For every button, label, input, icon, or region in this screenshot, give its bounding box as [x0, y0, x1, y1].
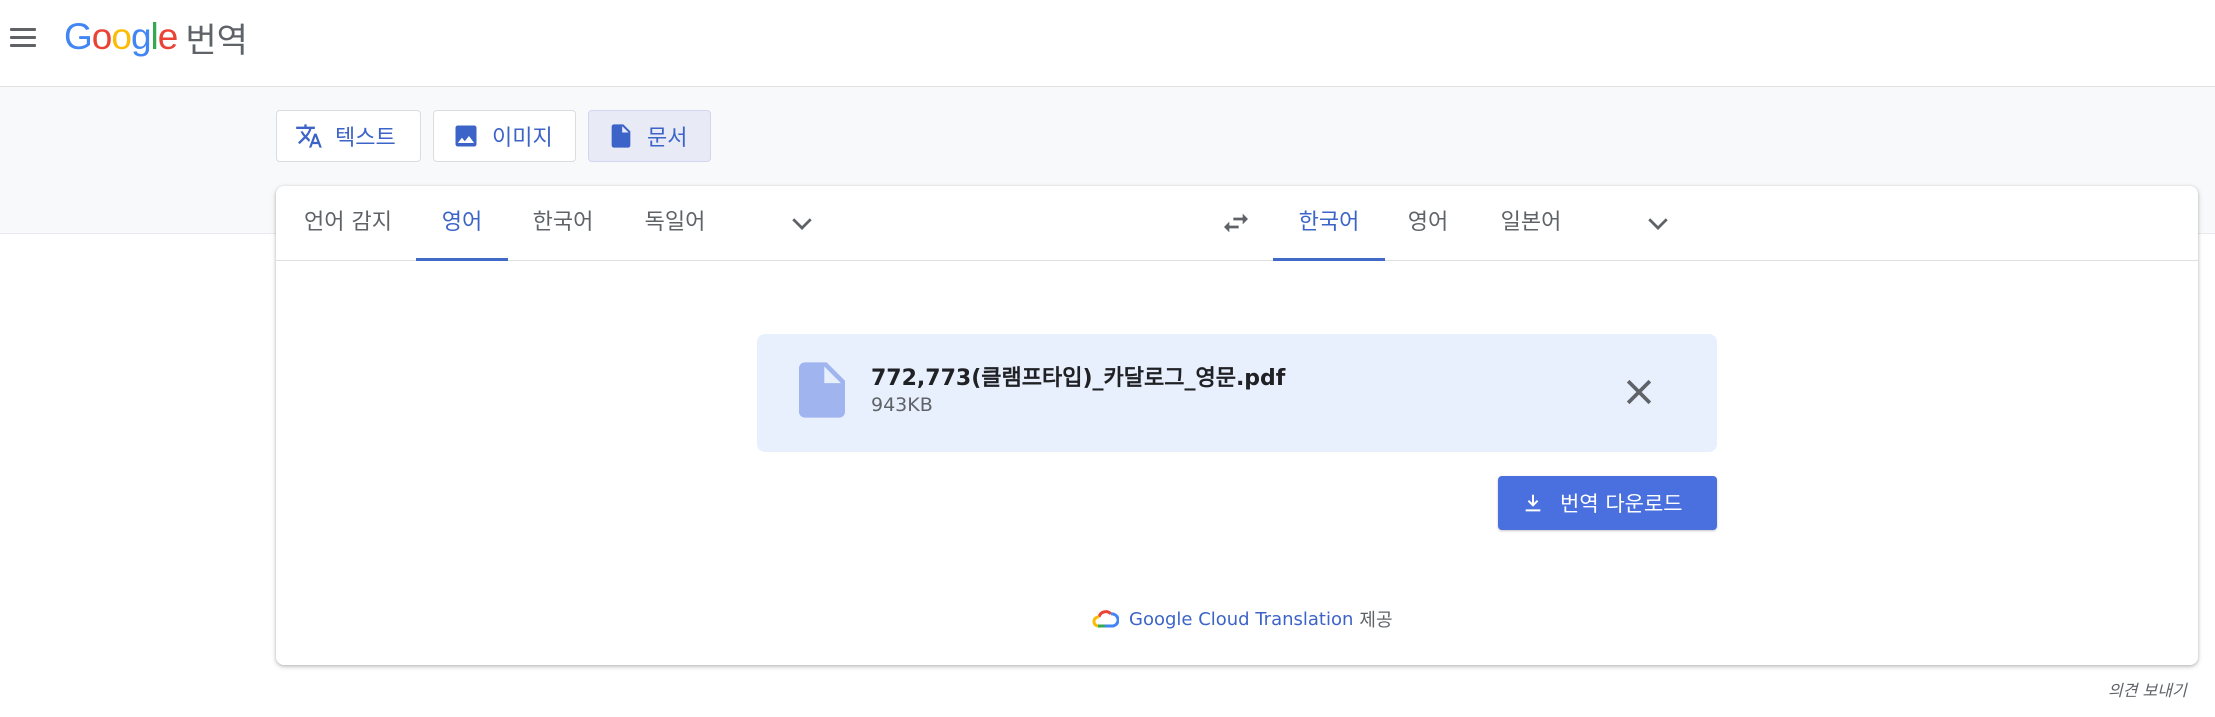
source-tab-korean[interactable]: 한국어	[528, 186, 598, 260]
download-translation-button[interactable]: 번역 다운로드	[1498, 476, 1717, 530]
file-name: 772,773(클램프타입)_카달로그_영문.pdf	[871, 366, 1286, 391]
target-tab-korean[interactable]: 한국어	[1273, 186, 1385, 261]
mode-image-label: 이미지	[492, 126, 553, 151]
powered-by-credit: Google Cloud Translation 제공	[1091, 604, 1393, 634]
google-wordmark: Google	[64, 16, 178, 57]
source-tab-detect[interactable]: 언어 감지	[300, 186, 396, 260]
source-more-languages-chevron-icon[interactable]	[787, 208, 817, 238]
source-tab-german[interactable]: 독일어	[640, 186, 710, 260]
hamburger-menu-icon[interactable]	[10, 23, 38, 51]
swap-languages-icon[interactable]	[1220, 207, 1252, 239]
mode-image-button[interactable]: 이미지	[433, 110, 576, 162]
google-cloud-icon	[1092, 610, 1119, 628]
app-header: Google 번역	[0, 0, 2215, 87]
google-translate-logo[interactable]: Google 번역	[64, 14, 248, 61]
mode-document-button[interactable]: 문서	[588, 110, 711, 162]
remove-file-close-icon[interactable]	[1619, 372, 1659, 412]
file-size: 943KB	[871, 394, 933, 416]
language-bar: 언어 감지 영어 한국어 독일어 한국어 영어 일본어	[276, 186, 2198, 261]
mode-text-label: 텍스트	[335, 126, 396, 151]
target-tab-japanese[interactable]: 일본어	[1496, 186, 1566, 260]
send-feedback-link[interactable]: 의견 보내기	[2108, 677, 2187, 701]
cloud-translation-link[interactable]: Google Cloud Translation	[1129, 609, 1353, 630]
target-tab-english[interactable]: 영어	[1404, 186, 1452, 260]
download-icon	[1525, 494, 1541, 512]
document-icon	[611, 124, 631, 148]
translate-icon	[296, 124, 322, 148]
pdf-file-icon	[799, 362, 845, 418]
document-translate-card: 언어 감지 영어 한국어 독일어 한국어 영어 일본어 772,773(클램프타…	[276, 186, 2198, 665]
mode-document-label: 문서	[647, 126, 688, 151]
image-icon	[455, 125, 477, 147]
provided-text: 제공	[1359, 610, 1393, 631]
uploaded-file-panel: 772,773(클램프타입)_카달로그_영문.pdf 943KB	[757, 334, 1717, 452]
source-tab-english[interactable]: 영어	[416, 186, 508, 261]
product-name: 번역	[185, 20, 248, 61]
download-label: 번역 다운로드	[1560, 492, 1683, 516]
mode-text-button[interactable]: 텍스트	[276, 110, 421, 162]
target-more-languages-chevron-icon[interactable]	[1643, 208, 1673, 238]
